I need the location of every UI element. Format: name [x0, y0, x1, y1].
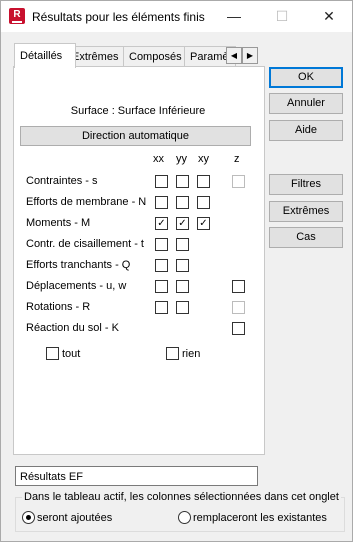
row-label-reaction-sol: Réaction du sol - K [26, 322, 119, 334]
tout-label: tout [62, 348, 81, 360]
tab-scroll-right-icon[interactable]: ▶ [242, 47, 258, 64]
checkbox-membrane-xy[interactable] [197, 196, 210, 209]
checkbox-deplacements-z[interactable] [232, 280, 245, 293]
checkbox-membrane-xx[interactable] [155, 196, 168, 209]
row-label-rotations: Rotations - R [26, 301, 91, 313]
surface-label: Surface : Surface Inférieure [70, 105, 206, 117]
column-header-yy: yy [176, 153, 187, 165]
radio-remplaceront-label: remplaceront les existantes [193, 512, 327, 524]
checkbox-reaction-sol-z[interactable] [232, 322, 245, 335]
group-legend: Dans le tableau actif, les colonnes séle… [22, 491, 341, 503]
column-header-xx: xx [153, 153, 164, 165]
row-label-cisaillement: Contr. de cisaillement - t [26, 238, 144, 250]
close-button[interactable]: ✕ [306, 1, 352, 32]
annuler-button[interactable]: Annuler [269, 93, 343, 114]
checkbox-tranchants-yy[interactable] [176, 259, 189, 272]
tab-detailles[interactable]: Détaillés [14, 43, 76, 68]
radio-seront-ajoutees[interactable] [22, 511, 35, 524]
checkbox-contraintes-xx[interactable] [155, 175, 168, 188]
row-label-moments: Moments - M [26, 217, 91, 229]
tab-scroll-left-icon[interactable]: ◀ [226, 47, 242, 64]
cas-button[interactable]: Cas [269, 227, 343, 248]
checkbox-moments-xx[interactable]: ✓ [155, 217, 168, 230]
column-header-xy: xy [198, 153, 209, 165]
result-name-input[interactable]: Résultats EF [15, 466, 258, 486]
checkbox-contraintes-yy[interactable] [176, 175, 189, 188]
checkbox-membrane-yy[interactable] [176, 196, 189, 209]
radio-remplaceront[interactable] [178, 511, 191, 524]
rien-label: rien [182, 348, 201, 360]
checkbox-moments-yy[interactable]: ✓ [176, 217, 189, 230]
checkbox-moments-xy[interactable]: ✓ [197, 217, 210, 230]
checkbox-rotations-xx[interactable] [155, 301, 168, 314]
minimize-button[interactable]: — [211, 1, 257, 32]
checkbox-rien[interactable] [166, 347, 179, 360]
direction-automatique-button[interactable]: Direction automatique [20, 126, 251, 146]
checkbox-deplacements-xx[interactable] [155, 280, 168, 293]
checkbox-cisaillement-yy[interactable] [176, 238, 189, 251]
title-bar: R Résultats pour les éléments finis — ☐ … [1, 1, 352, 32]
checkbox-contraintes-xy[interactable] [197, 175, 210, 188]
checkbox-rotations-z [232, 301, 245, 314]
checkbox-rotations-yy[interactable] [176, 301, 189, 314]
ok-button[interactable]: OK [269, 67, 343, 88]
filtres-button[interactable]: Filtres [269, 174, 343, 195]
checkbox-deplacements-yy[interactable] [176, 280, 189, 293]
app-icon: R [9, 8, 25, 24]
aide-button[interactable]: Aide [269, 120, 343, 141]
checkbox-contraintes-z [232, 175, 245, 188]
maximize-button[interactable]: ☐ [259, 1, 305, 32]
window-title: Résultats pour les éléments finis [32, 10, 205, 24]
checkbox-cisaillement-xx[interactable] [155, 238, 168, 251]
radio-seront-ajoutees-label: seront ajoutées [37, 512, 113, 524]
dialog-window: R Résultats pour les éléments finis — ☐ … [0, 0, 353, 542]
row-label-efforts-membrane: Efforts de membrane - N [26, 196, 147, 208]
tab-composes[interactable]: Composés [123, 46, 187, 67]
row-label-contraintes: Contraintes - s [26, 175, 98, 187]
row-label-deplacements: Déplacements - u, w [26, 280, 127, 292]
row-label-efforts-tranchants: Efforts tranchants - Q [26, 259, 131, 271]
column-header-z: z [234, 153, 240, 165]
checkbox-tranchants-xx[interactable] [155, 259, 168, 272]
checkbox-tout[interactable] [46, 347, 59, 360]
extremes-button[interactable]: Extrêmes [269, 201, 343, 222]
